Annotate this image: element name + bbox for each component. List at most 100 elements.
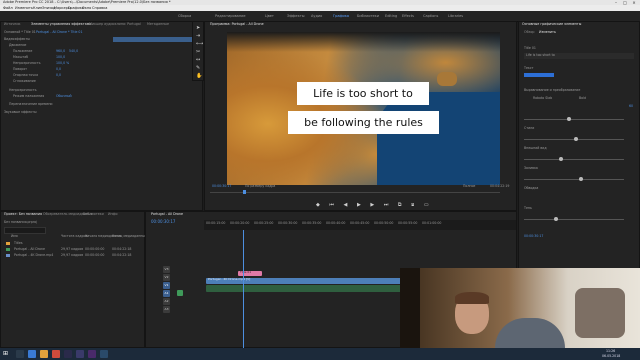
value-position-x[interactable]: 960,0 — [56, 49, 65, 54]
value-blend-mode[interactable]: Обычный — [56, 94, 72, 99]
track-v1[interactable]: V1 — [163, 282, 170, 289]
workspace-editing-2[interactable]: Editing — [385, 13, 397, 19]
photoshop-icon[interactable] — [100, 350, 108, 358]
media-encoder-icon[interactable] — [88, 350, 96, 358]
ripple-edit-icon[interactable]: ⟷ — [196, 41, 203, 47]
workspace-effects-2[interactable]: Effects — [402, 13, 414, 19]
row-position: Положение — [13, 49, 33, 53]
playhead-marker[interactable] — [243, 190, 246, 194]
lower-third-line-1[interactable]: Life is too short to — [297, 82, 429, 105]
tab-edit[interactable]: Изменить — [539, 30, 556, 35]
font-dropdown[interactable]: Roboto Slab — [533, 96, 552, 101]
workspace-effects[interactable]: Эффекты — [287, 13, 305, 19]
track-a2[interactable]: A2 — [163, 298, 170, 305]
transport-controls[interactable]: ◆ ⏮ ◀ ▶ ▶ ⏭ ⧉ ⧈ ▭ — [316, 202, 433, 208]
tab-timeline[interactable]: Portugal - All Drone — [151, 212, 183, 217]
after-effects-icon[interactable] — [76, 350, 84, 358]
edge-icon[interactable] — [28, 350, 36, 358]
track-v2[interactable]: V2 — [163, 274, 170, 281]
slider-thumb[interactable] — [567, 117, 571, 121]
title-clip[interactable]: Title 01 — [238, 270, 262, 276]
clip-label[interactable]: Portugal - All Drone * Title 01 — [36, 30, 83, 35]
pen-tool-icon[interactable]: ✎ — [196, 65, 200, 71]
tab-metadata[interactable]: Метаданные — [147, 22, 169, 27]
slider-thumb[interactable] — [574, 137, 578, 141]
slip-tool-icon[interactable]: ↔ — [196, 57, 200, 63]
timeline-timecode[interactable]: 00:00:30:17 — [151, 219, 175, 224]
slider-thumb[interactable] — [554, 217, 558, 221]
track-a3[interactable]: A3 — [163, 306, 170, 313]
tab-audio-mixer[interactable]: Микшер аудиоклипа: Portugal — [89, 22, 141, 27]
tab-browse[interactable]: Обзор — [524, 30, 535, 35]
ruler-tick: 00:00:45:00 — [350, 221, 370, 225]
razor-tool-icon[interactable]: ✂ — [196, 49, 200, 55]
track-a1[interactable]: A1 — [163, 290, 170, 297]
chrome-icon[interactable] — [52, 350, 60, 358]
program-timecode[interactable]: 00:00:30:17 — [212, 184, 231, 189]
value-rotation[interactable]: 0,0 — [56, 67, 61, 72]
start-icon[interactable]: ⊞ — [3, 350, 11, 358]
slider-thumb[interactable] — [579, 177, 583, 181]
tab-program[interactable]: Программа: Portugal - All Drone — [210, 22, 264, 27]
explorer-icon[interactable] — [40, 350, 48, 358]
list-item[interactable]: Portugal - 4K Drone.mp4 29,97 кадров 00:… — [4, 253, 144, 259]
label-fill: Заливка — [524, 166, 538, 170]
row-rotation: Поворот — [13, 67, 28, 71]
tab-info[interactable]: Инфо — [108, 212, 117, 217]
layer-row[interactable]: Life is too short to — [524, 53, 634, 59]
value-scale[interactable]: 100,0 — [56, 55, 65, 60]
premiere-icon[interactable] — [64, 350, 72, 358]
workspace-assembly[interactable]: Сборка — [178, 13, 191, 19]
fit-dropdown[interactable]: По размеру кадра — [245, 184, 275, 189]
scrub-bar[interactable] — [210, 192, 500, 193]
workspace-color[interactable]: Цвет — [265, 13, 274, 19]
project-search-input[interactable] — [4, 227, 46, 234]
lower-third-line-2[interactable]: be following the rules — [288, 111, 439, 134]
label-styles: Стили — [524, 126, 535, 130]
slider-track[interactable] — [524, 159, 624, 160]
value-position-y[interactable]: 540,0 — [69, 49, 78, 54]
row-time-remap[interactable]: Переназначение времени — [9, 102, 52, 107]
clock-date[interactable]: 06.05.2018 — [602, 354, 620, 359]
tab-effect-controls[interactable]: Элементы управления эффектами — [31, 22, 91, 27]
col-media-end[interactable]: Конец медиаданных — [112, 234, 147, 239]
style-dropdown[interactable]: Bold — [579, 96, 586, 101]
workspace-graphics[interactable]: Графика — [333, 13, 349, 19]
text-selection-highlight[interactable] — [524, 73, 554, 77]
workspace-libraries-2[interactable]: Libraries — [448, 13, 463, 19]
workspace-libraries[interactable]: Библиотеки — [357, 13, 379, 19]
size-value[interactable]: 60 — [629, 104, 633, 109]
ruler-tick: 00:00:30:00 — [278, 221, 298, 225]
col-name[interactable]: Имя — [11, 234, 18, 239]
timeline-playhead[interactable] — [243, 230, 244, 348]
tab-project[interactable]: Проект: Без названия — [4, 212, 42, 217]
item-name: Portugal - 4K Drone.mp4 — [14, 253, 54, 257]
col-fps[interactable]: Частота кадров — [61, 234, 87, 239]
workspace-captions[interactable]: Captions — [423, 13, 438, 19]
search-icon[interactable] — [16, 350, 24, 358]
slider-thumb[interactable] — [559, 157, 563, 161]
slider-track[interactable] — [524, 119, 624, 120]
track-select-icon[interactable]: ⇥ — [196, 33, 200, 39]
tab-essential-graphics[interactable]: Основные графические элементы — [522, 22, 581, 27]
workspace-audio[interactable]: Аудио — [311, 13, 322, 19]
audio-mute-icon[interactable] — [177, 290, 183, 296]
hand-tool-icon[interactable]: ✋ — [196, 73, 202, 79]
slider-track[interactable] — [524, 219, 624, 220]
track-v3[interactable]: V3 — [163, 266, 170, 273]
item-fps: 29,97 кадров — [61, 253, 84, 257]
item-name: Titles — [14, 241, 23, 245]
row-audio-effects: Звуковые эффекты — [4, 110, 37, 114]
workspace-editing[interactable]: Редактирование — [215, 13, 246, 19]
value-anchor[interactable]: 0,0 — [56, 73, 61, 78]
row-motion[interactable]: Движение — [9, 43, 26, 48]
value-opacity[interactable]: 100,0 % — [56, 61, 69, 66]
selection-tool-icon[interactable]: ➤ — [196, 25, 200, 31]
video-file-icon — [6, 254, 10, 257]
label-align: Выравнивание и преобразование — [524, 88, 581, 92]
tab-libraries[interactable]: Библиотеки — [83, 212, 104, 217]
quality-dropdown[interactable]: Полное — [463, 184, 475, 189]
slider-track[interactable] — [524, 179, 624, 180]
row-opacity-group[interactable]: Непрозрачность — [9, 88, 37, 93]
tab-source[interactable]: Источник — [4, 22, 20, 27]
